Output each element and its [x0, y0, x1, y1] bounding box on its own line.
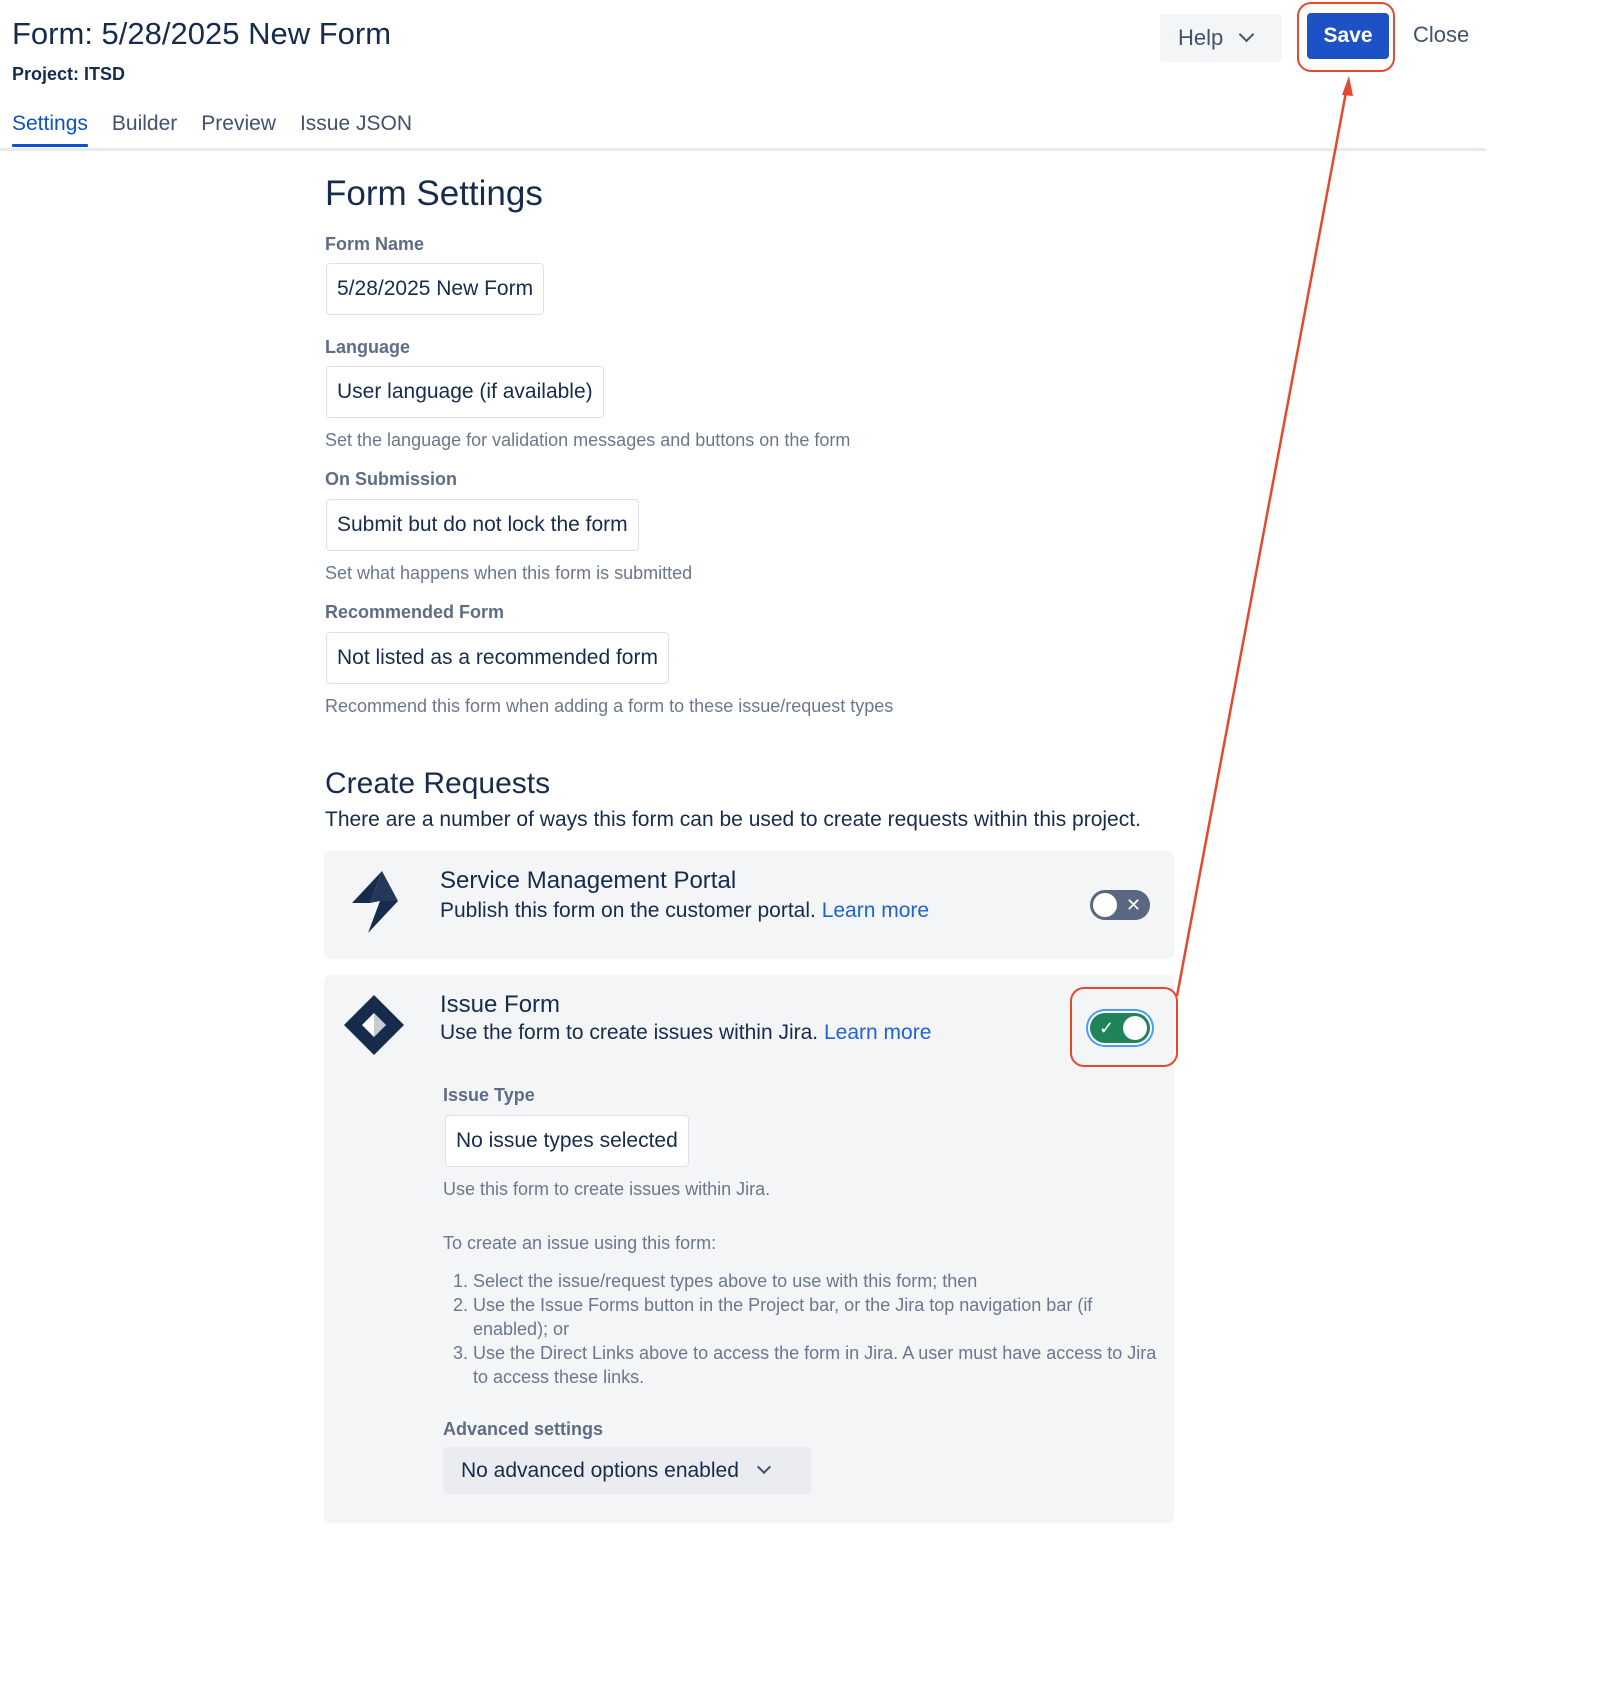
annotation-arrow [1175, 76, 1353, 997]
